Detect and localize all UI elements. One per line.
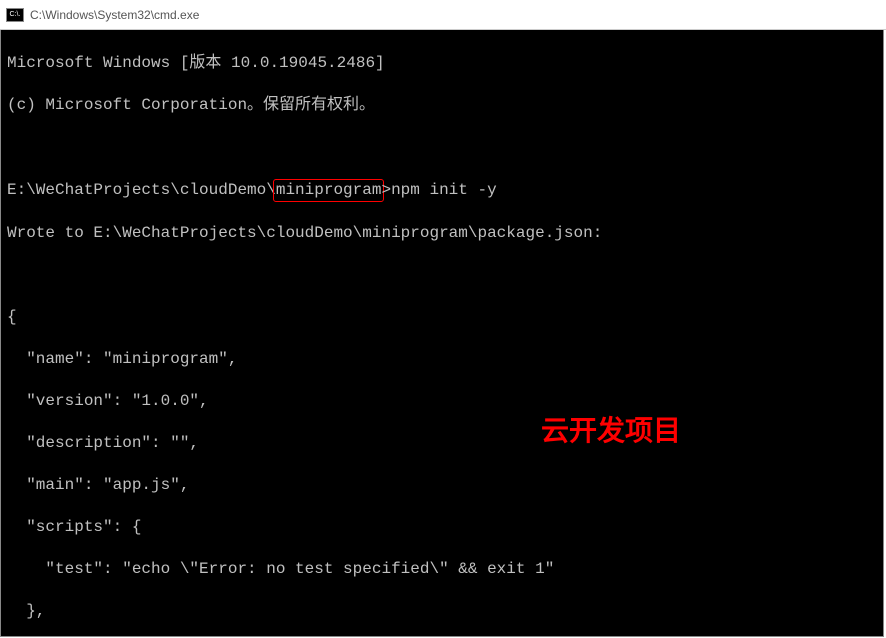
terminal-line: Microsoft Windows [版本 10.0.19045.2486]	[7, 53, 877, 74]
annotation-highlight-box: miniprogram	[273, 179, 385, 202]
json-line: "name": "miniprogram",	[7, 349, 877, 370]
terminal-line: Wrote to E:\WeChatProjects\cloudDemo\min…	[7, 223, 877, 244]
json-line: "scripts": {	[7, 517, 877, 538]
terminal-output[interactable]: Microsoft Windows [版本 10.0.19045.2486] (…	[0, 30, 884, 637]
json-line: "description": "",	[7, 433, 877, 454]
json-line: {	[7, 307, 877, 328]
terminal-line: E:\WeChatProjects\cloudDemo\miniprogram>…	[7, 179, 877, 202]
window-title: C:\Windows\System32\cmd.exe	[30, 8, 199, 22]
terminal-line: (c) Microsoft Corporation。保留所有权利。	[7, 95, 877, 116]
prompt-suffix: >npm init -y	[381, 181, 496, 199]
terminal-blank	[7, 137, 877, 158]
json-line: "test": "echo \"Error: no test specified…	[7, 559, 877, 580]
window-titlebar[interactable]: C:\. C:\Windows\System32\cmd.exe	[0, 0, 886, 30]
annotation-label: 云开发项目	[541, 420, 681, 441]
json-line: },	[7, 601, 877, 622]
json-line: "version": "1.0.0",	[7, 391, 877, 412]
json-line: "main": "app.js",	[7, 475, 877, 496]
cmd-icon: C:\.	[6, 8, 24, 22]
prompt-prefix: E:\WeChatProjects\cloudDemo\	[7, 181, 276, 199]
terminal-blank	[7, 265, 877, 286]
